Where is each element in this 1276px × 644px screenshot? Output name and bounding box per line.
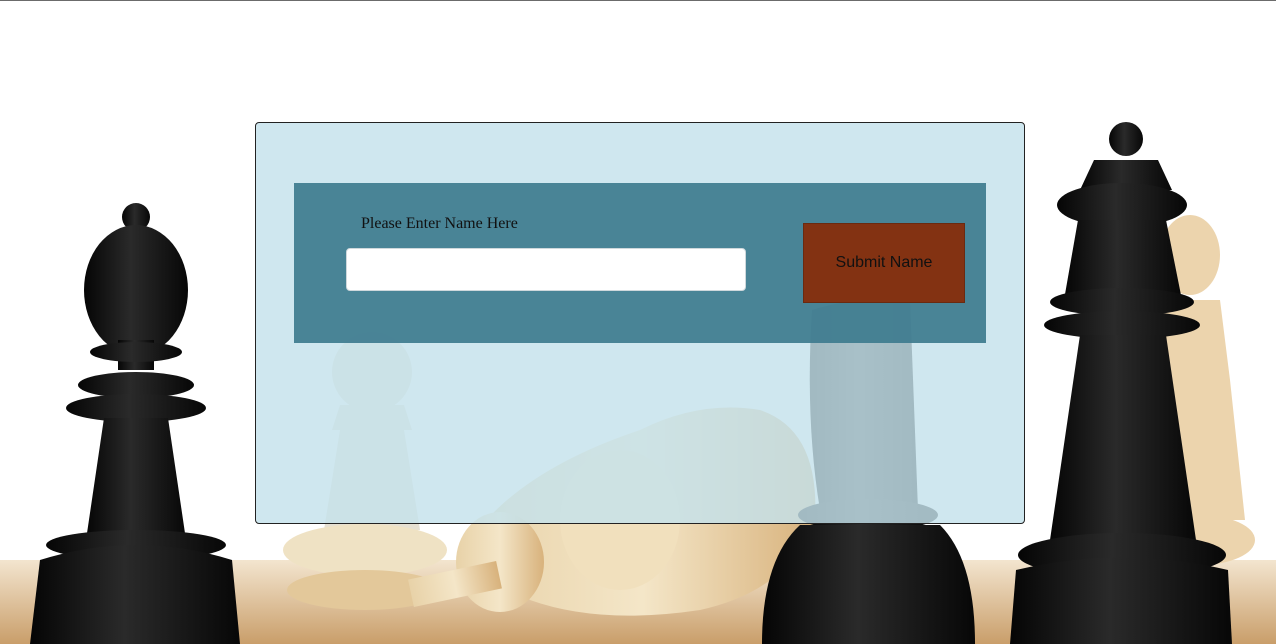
submit-name-button[interactable]: Submit Name (803, 223, 965, 303)
black-bishop (30, 203, 240, 644)
name-input[interactable] (346, 248, 746, 291)
name-entry-panel: Please Enter Name Here Submit Name (255, 122, 1025, 524)
name-form: Please Enter Name Here Submit Name (294, 183, 986, 343)
name-field-label: Please Enter Name Here (361, 215, 518, 232)
